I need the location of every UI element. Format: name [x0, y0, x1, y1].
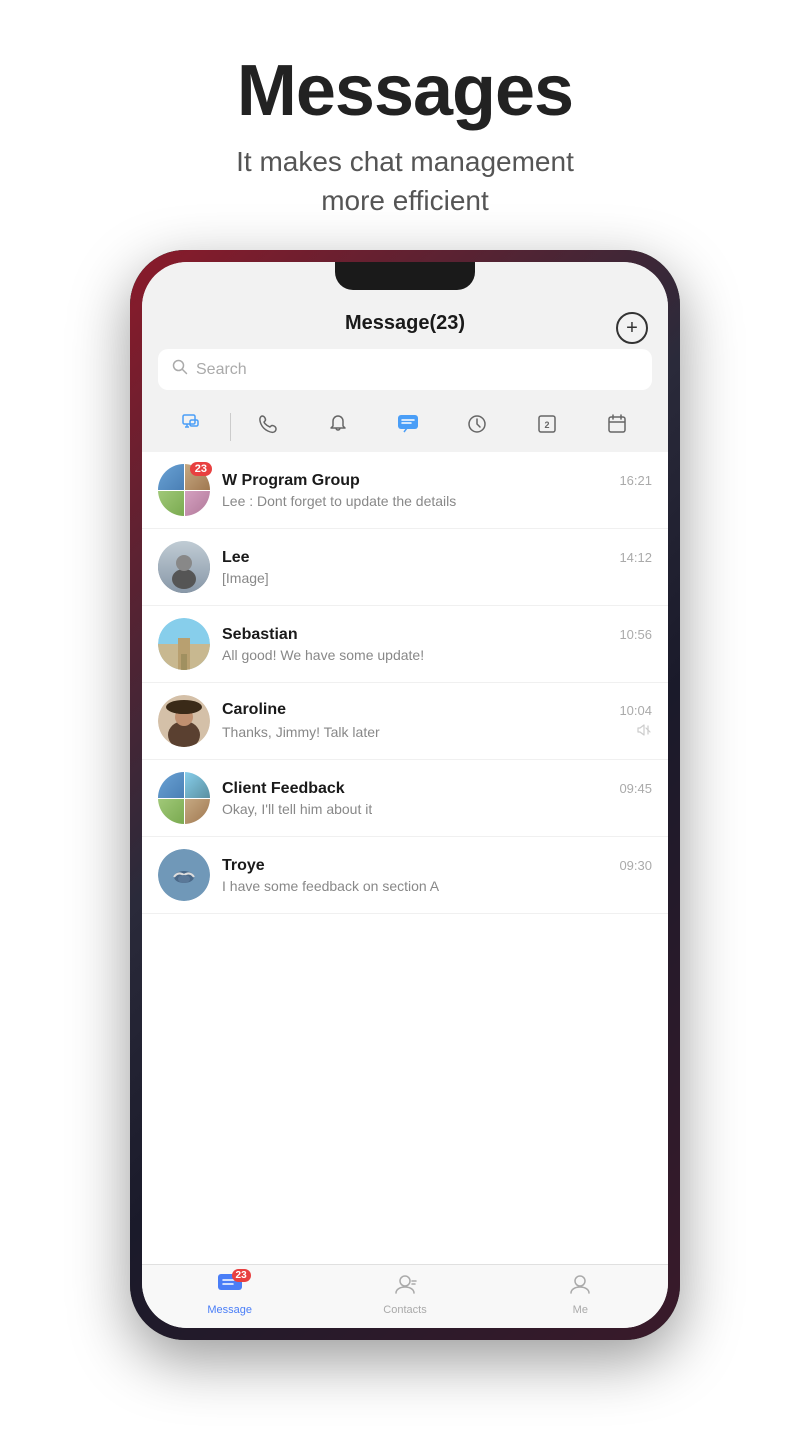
- tab-icons-bar: 2: [142, 402, 668, 452]
- message-body: Troye 09:30 I have some feedback on sect…: [222, 857, 652, 894]
- tab-history[interactable]: [442, 408, 512, 446]
- contact-name: Client Feedback: [222, 780, 345, 798]
- message-body: Caroline 10:04 Thanks, Jimmy! Talk later: [222, 701, 652, 741]
- page-subtitle: It makes chat management more efficient: [236, 142, 574, 220]
- search-icon: [172, 359, 188, 380]
- phone-notch: [335, 262, 475, 290]
- nav-contacts[interactable]: Contacts: [317, 1273, 492, 1316]
- avatar: [158, 772, 210, 824]
- message-list: 23 W Program Group 16:21 Lee : Dont forg…: [142, 452, 668, 1264]
- avatar-wrapper: 23: [158, 464, 210, 516]
- chat-bubble-icon: [397, 414, 419, 440]
- message-preview: I have some feedback on section A: [222, 878, 439, 894]
- page-header: Messages It makes chat management more e…: [236, 0, 574, 250]
- list-item[interactable]: Client Feedback 09:45 Okay, I'll tell hi…: [142, 760, 668, 837]
- message-body: Client Feedback 09:45 Okay, I'll tell hi…: [222, 780, 652, 817]
- message-preview: Okay, I'll tell him about it: [222, 801, 372, 817]
- avatar-wrapper: [158, 695, 210, 747]
- me-nav-icon: [567, 1273, 593, 1301]
- svg-text:2: 2: [545, 420, 550, 430]
- compose-button[interactable]: +: [616, 312, 648, 344]
- avatar: [158, 541, 210, 593]
- message-time: 09:45: [619, 781, 652, 796]
- tab-messages[interactable]: [373, 408, 443, 446]
- message-preview: [Image]: [222, 570, 269, 586]
- tab-notifications[interactable]: [303, 408, 373, 446]
- message-body: Lee 14:12 [Image]: [222, 549, 652, 586]
- list-item[interactable]: 23 W Program Group 16:21 Lee : Dont forg…: [142, 452, 668, 529]
- search-bar[interactable]: Search: [158, 349, 652, 390]
- phone-screen: Message(23) + Search: [142, 262, 668, 1328]
- message-nav-icon: 23: [217, 1273, 243, 1301]
- bell-icon: [328, 414, 348, 440]
- contact-name: Lee: [222, 549, 250, 567]
- tasks-icon: 2: [537, 414, 557, 440]
- app-header-title: Message(23): [345, 312, 465, 335]
- avatar-wrapper: [158, 849, 210, 901]
- phone-frame: Message(23) + Search: [130, 250, 680, 1340]
- contact-name: Caroline: [222, 701, 286, 719]
- message-time: 10:04: [619, 703, 652, 718]
- nav-contacts-label: Contacts: [383, 1304, 426, 1316]
- muted-icon: [636, 722, 652, 741]
- list-item[interactable]: Caroline 10:04 Thanks, Jimmy! Talk later: [142, 683, 668, 760]
- list-item[interactable]: Lee 14:12 [Image]: [142, 529, 668, 606]
- calendar-icon: [607, 414, 627, 440]
- avatar-wrapper: [158, 772, 210, 824]
- clock-icon: [467, 414, 487, 440]
- contact-name: Troye: [222, 857, 265, 875]
- avatar: [158, 618, 210, 670]
- message-time: 09:30: [619, 858, 652, 873]
- tab-tasks[interactable]: 2: [512, 408, 582, 446]
- nav-message[interactable]: 23 Message: [142, 1273, 317, 1316]
- tab-calendar[interactable]: [582, 408, 652, 446]
- search-placeholder: Search: [196, 361, 247, 379]
- avatar: [158, 849, 210, 901]
- contacts-nav-icon: [392, 1273, 418, 1301]
- avatar-wrapper: [158, 618, 210, 670]
- monitor-icon: [182, 414, 204, 440]
- unread-badge: 23: [190, 462, 212, 476]
- tab-divider-1: [230, 413, 231, 441]
- message-body: W Program Group 16:21 Lee : Dont forget …: [222, 472, 652, 509]
- message-preview: All good! We have some update!: [222, 647, 424, 663]
- list-item[interactable]: Sebastian 10:56 All good! We have some u…: [142, 606, 668, 683]
- contact-name: W Program Group: [222, 472, 360, 490]
- contact-name: Sebastian: [222, 626, 298, 644]
- avatar: [158, 695, 210, 747]
- message-preview: Thanks, Jimmy! Talk later: [222, 724, 380, 740]
- message-time: 14:12: [619, 550, 652, 565]
- message-preview: Lee : Dont forget to update the details: [222, 493, 456, 509]
- tab-all-devices[interactable]: [158, 408, 228, 446]
- page-title: Messages: [236, 50, 574, 132]
- tab-calls[interactable]: [233, 408, 303, 446]
- nav-me[interactable]: Me: [493, 1273, 668, 1316]
- message-body: Sebastian 10:56 All good! We have some u…: [222, 626, 652, 663]
- nav-message-label: Message: [207, 1304, 252, 1316]
- bottom-nav: 23 Message Contacts: [142, 1264, 668, 1328]
- app-content: Message(23) + Search: [142, 262, 668, 1328]
- phone-icon: [258, 414, 278, 440]
- message-time: 16:21: [619, 473, 652, 488]
- nav-me-label: Me: [573, 1304, 588, 1316]
- list-item[interactable]: Troye 09:30 I have some feedback on sect…: [142, 837, 668, 914]
- message-time: 10:56: [619, 627, 652, 642]
- avatar-wrapper: [158, 541, 210, 593]
- nav-badge: 23: [232, 1269, 251, 1282]
